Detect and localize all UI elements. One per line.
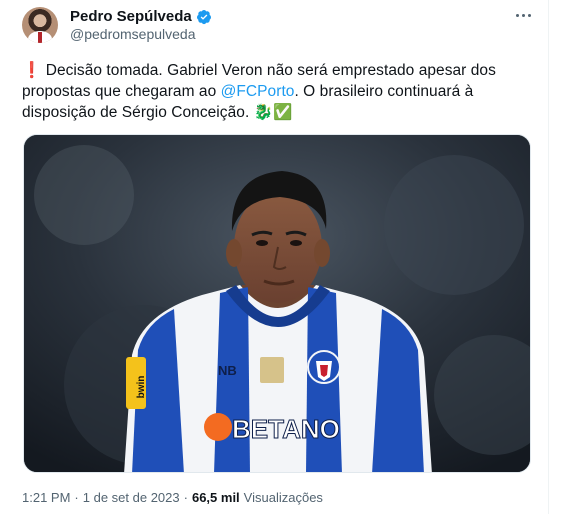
- jersey-sponsor-text: BETANO: [232, 414, 340, 444]
- champion-badge: [260, 357, 284, 383]
- meta-separator: ·: [74, 490, 79, 505]
- mention-link[interactable]: @FCPorto: [221, 83, 295, 100]
- author-handle[interactable]: @pedromsepulveda: [70, 26, 196, 42]
- avatar-tie: [38, 32, 42, 43]
- jersey-brand-logo: NB: [218, 363, 237, 378]
- views-count[interactable]: 66,5 mil: [192, 490, 240, 505]
- sponsor-logo-icon: [204, 413, 232, 441]
- trailing-emojis: 🐉✅: [253, 104, 293, 121]
- tweet-meta: 1:21 PM · 1 de set de 2023 · 66,5 mil Vi…: [22, 490, 323, 505]
- tweet-text: ❗ Decisão tomada. Gabriel Veron não será…: [22, 60, 532, 123]
- tweet-card: Pedro Sepúlveda @pedromsepulveda ❗ Decis…: [0, 0, 573, 514]
- verified-badge-icon[interactable]: [196, 9, 212, 25]
- tweet-date[interactable]: 1 de set de 2023: [83, 490, 180, 505]
- meta-separator: ·: [183, 490, 188, 505]
- avatar[interactable]: [22, 7, 58, 43]
- tweet-photo[interactable]: bwin NB BETANO: [23, 134, 531, 473]
- author-name-row: Pedro Sepúlveda: [70, 8, 212, 25]
- author-display-name[interactable]: Pedro Sepúlveda: [70, 8, 192, 25]
- more-options-icon[interactable]: [513, 8, 533, 22]
- player-photo-illustration: bwin NB BETANO: [24, 135, 530, 472]
- timeline-border: [548, 0, 549, 514]
- tweet-time[interactable]: 1:21 PM: [22, 490, 70, 505]
- views-label[interactable]: Visualizações: [244, 490, 323, 505]
- exclamation-emoji: ❗: [22, 62, 42, 79]
- sleeve-patch-text: bwin: [136, 376, 147, 399]
